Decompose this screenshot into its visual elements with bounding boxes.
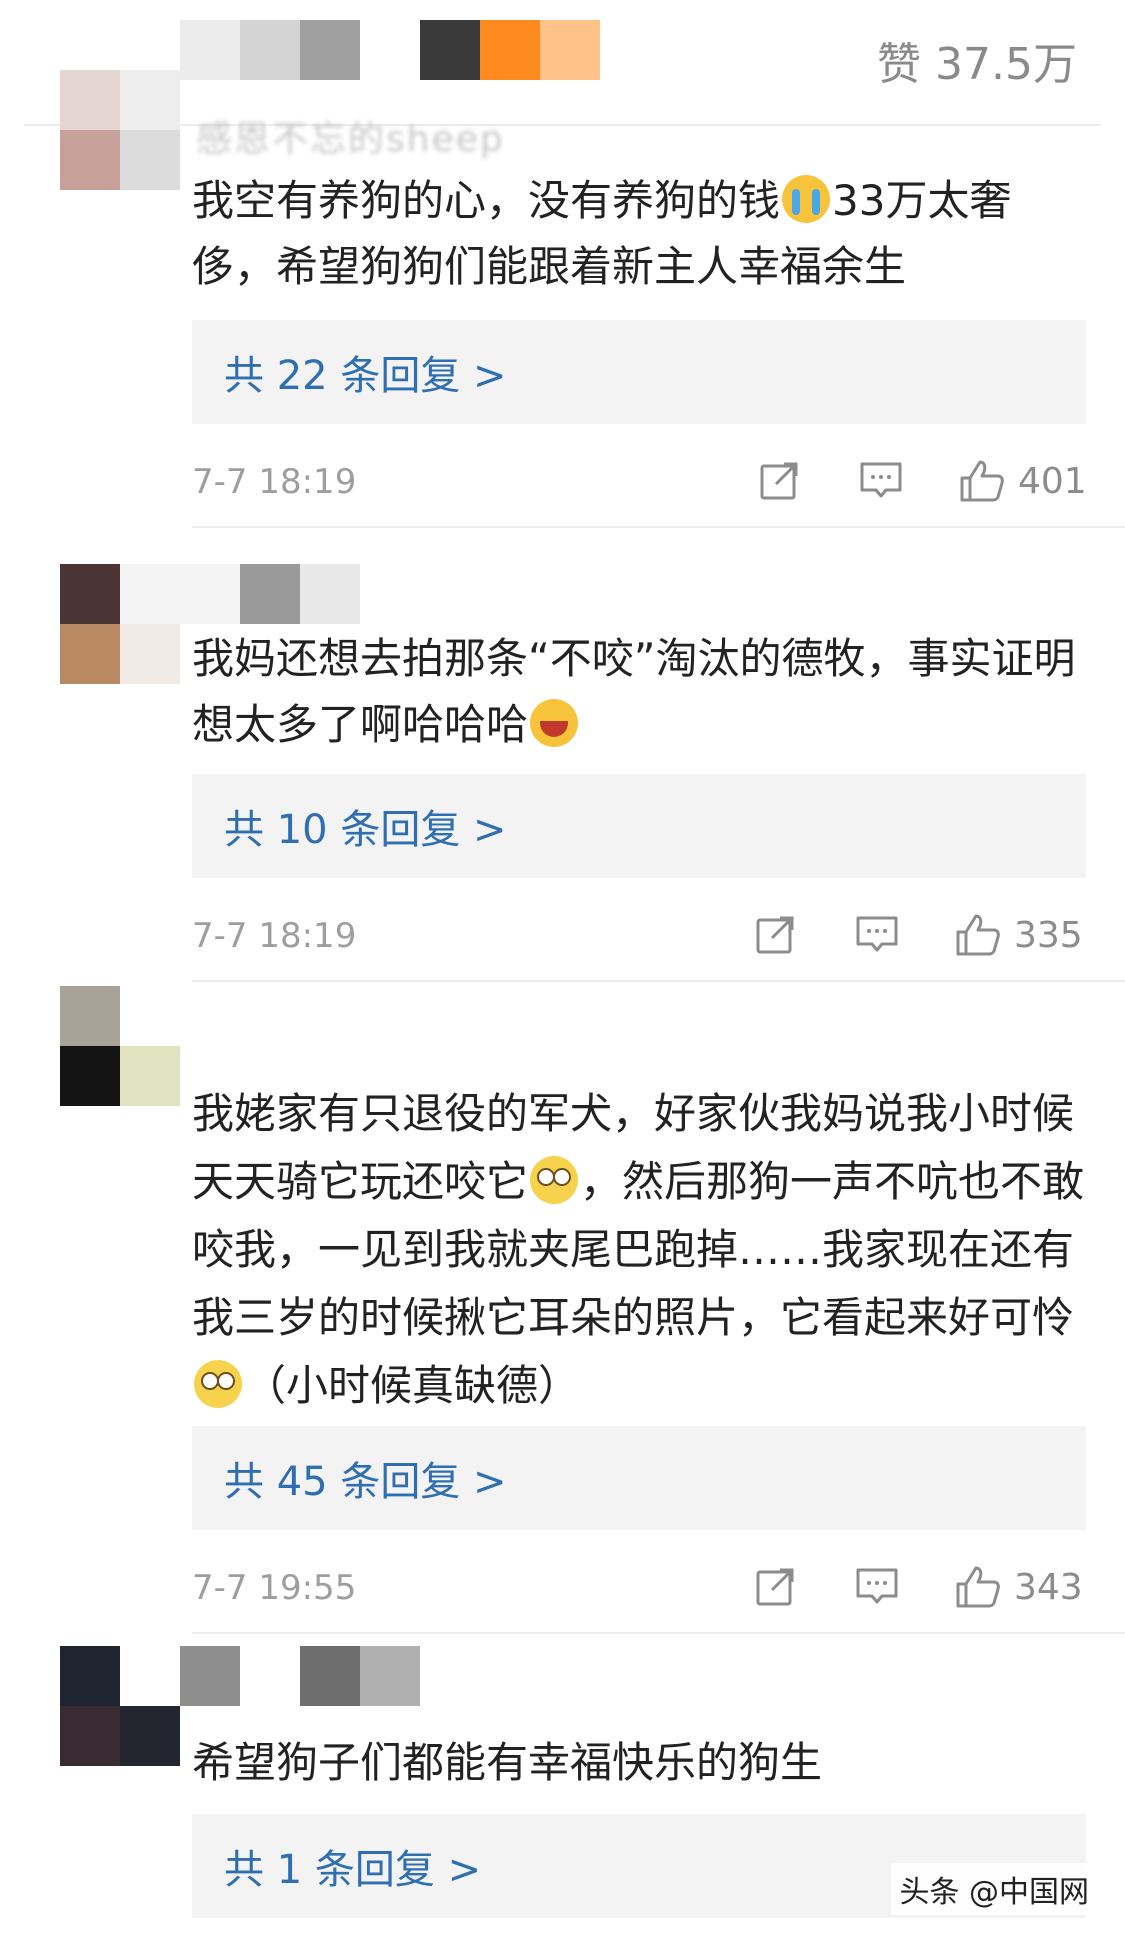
- share-button[interactable]: [754, 912, 798, 956]
- comment-icon: [856, 1568, 898, 1604]
- comment-icon: [860, 462, 902, 498]
- crying-emoji-icon: [782, 175, 831, 223]
- replies-label: 共 1 条回复 >: [224, 1847, 482, 1893]
- avatar[interactable]: [60, 70, 180, 190]
- comment-icon: [856, 916, 898, 952]
- share-button[interactable]: [758, 458, 802, 502]
- thumbs-up-icon: [956, 914, 1000, 956]
- total-likes: 赞 37.5万: [877, 28, 1077, 92]
- thumbs-up-icon: [956, 1566, 1000, 1608]
- comment-text: 我空有养狗的心，没有养狗的钱 33万太奢侈，希望狗狗们能跟着新主人幸福余生: [192, 168, 1092, 300]
- timestamp: 7-7 18:19: [192, 916, 357, 956]
- comment-text-part: （小时候真缺德）: [244, 1361, 581, 1410]
- comment-text-part: 我空有养狗的心，没有养狗的钱: [192, 176, 781, 225]
- share-button[interactable]: [754, 1564, 798, 1608]
- avatar[interactable]: [60, 564, 180, 684]
- like-label: 赞: [877, 39, 922, 90]
- comment-text: 希望狗子们都能有幸福快乐的狗生: [192, 1730, 1092, 1796]
- comment-meta: 7-7 18:19 335: [0, 908, 1125, 968]
- username-redacted: [180, 1646, 420, 1706]
- replies-label: 共 22 条回复 >: [224, 353, 507, 399]
- share-icon: [760, 462, 798, 500]
- eye-roll-emoji-icon: [194, 1360, 242, 1408]
- share-icon: [756, 916, 794, 954]
- avatar[interactable]: [60, 1646, 180, 1766]
- like-button[interactable]: 343: [954, 1564, 1083, 1610]
- username-redacted: [180, 564, 360, 624]
- comment-text-part: 希望狗子们都能有幸福快乐的狗生: [192, 1738, 823, 1787]
- timestamp: 7-7 19:55: [192, 1568, 357, 1608]
- comment-button[interactable]: [858, 458, 904, 502]
- thumbs-up-icon: [960, 460, 1004, 502]
- username[interactable]: 感恩不忘的sheep: [196, 110, 505, 162]
- divider: [192, 1632, 1125, 1634]
- view-replies-button[interactable]: 共 22 条回复 >: [192, 320, 1086, 424]
- replies-label: 共 10 条回复 >: [224, 807, 507, 853]
- view-replies-button[interactable]: 共 45 条回复 >: [192, 1426, 1086, 1530]
- comment-text: 我妈还想去拍那条“不咬”淘汰的德牧，事实证明想太多了啊哈哈哈: [192, 626, 1092, 758]
- like-count: 335: [1014, 914, 1083, 956]
- like-count: 401: [1018, 460, 1087, 502]
- divider: [192, 526, 1125, 528]
- avatar[interactable]: [60, 986, 180, 1106]
- watermark: 头条 @中国网: [891, 1863, 1097, 1915]
- comment-button[interactable]: [854, 1564, 900, 1608]
- eye-roll-emoji-icon: [530, 1156, 579, 1204]
- view-replies-button[interactable]: 共 10 条回复 >: [192, 774, 1086, 878]
- divider: [192, 980, 1125, 982]
- username-redacted: [180, 20, 600, 80]
- timestamp: 7-7 18:19: [192, 462, 357, 502]
- comment-text: 我姥家有只退役的军犬，好家伙我妈说我小时候天天骑它玩还咬它 ，然后那狗一声不吭也不…: [192, 1080, 1092, 1420]
- comment-button[interactable]: [854, 912, 900, 956]
- like-total: 37.5万: [935, 39, 1077, 90]
- replies-label: 共 45 条回复 >: [224, 1459, 507, 1505]
- comment-meta: 7-7 19:55 343: [0, 1560, 1125, 1620]
- like-button[interactable]: 335: [954, 912, 1083, 958]
- comment-text-part: 我妈还想去拍那条“不咬”淘汰的德牧，事实证明想太多了啊哈哈哈: [192, 634, 1076, 749]
- comment-meta: 7-7 18:19 401: [0, 454, 1125, 514]
- divider: [24, 124, 1101, 126]
- like-count: 343: [1014, 1566, 1083, 1608]
- like-button[interactable]: 401: [958, 458, 1087, 504]
- share-icon: [756, 1568, 794, 1606]
- laughing-emoji-icon: [530, 699, 579, 747]
